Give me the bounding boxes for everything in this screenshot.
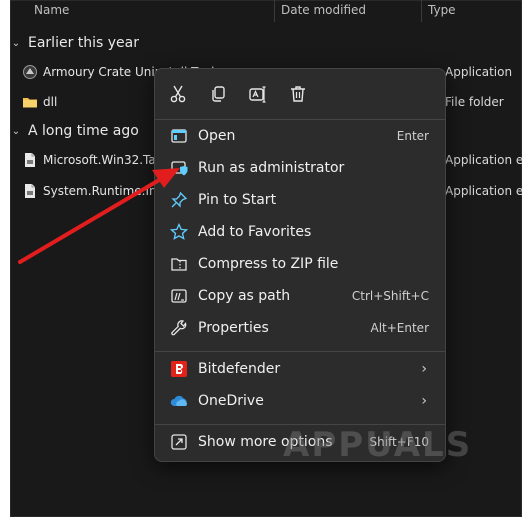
bitdefender-icon [169,359,189,379]
shield-icon [169,158,189,178]
app-icon [23,65,37,79]
menu-item-label: Add to Favorites [198,224,312,240]
menu-item-label: Run as administrator [198,160,345,176]
file-name: dll [43,95,58,109]
menu-item-label: OneDrive [198,393,264,409]
open-icon [169,126,189,146]
context-menu: Open Enter Run as administrator Pin to S… [154,68,446,462]
menu-item-open[interactable]: Open Enter [161,121,439,151]
delete-icon [291,86,305,102]
menu-item-shortcut: Alt+Enter [370,321,429,335]
more-options-icon [169,432,189,452]
menu-item-add-to-favorites[interactable]: Add to Favorites [161,217,439,247]
menu-divider [155,119,445,120]
delete-button[interactable] [285,81,311,107]
menu-item-bitdefender[interactable]: Bitdefender › [161,354,439,384]
menu-item-label: Properties [198,320,269,336]
folder-icon [23,98,37,108]
menu-item-label: Pin to Start [198,192,277,208]
path-icon [169,286,189,306]
menu-item-label: Compress to ZIP file [198,256,339,272]
column-name-header[interactable]: Name [34,3,69,17]
column-type-header[interactable]: Type [428,3,456,17]
chevron-down-icon: ⌄ [11,125,21,137]
menu-item-pin-to-start[interactable]: Pin to Start [161,185,439,215]
chevron-right-icon: › [421,361,427,377]
zip-icon [169,254,189,274]
menu-item-properties[interactable]: Properties Alt+Enter [161,313,439,343]
menu-item-shortcut: Enter [396,129,429,143]
star-icon [169,222,189,242]
menu-item-label: Copy as path [198,288,291,304]
column-date-header[interactable]: Date modified [281,3,366,17]
column-separator[interactable] [274,0,275,22]
copy-button[interactable] [205,81,231,107]
file-type: Application exten... [445,153,522,167]
group-header-long-ago[interactable]: ⌄ A long time ago [10,120,139,142]
menu-item-copy-as-path[interactable]: Copy as path Ctrl+Shift+C [161,281,439,311]
wrench-icon [169,318,189,338]
file-type: Application exten... [445,184,522,198]
group-header-earlier[interactable]: ⌄ Earlier this year [10,32,139,54]
group-label: Earlier this year [28,35,140,51]
column-header: Name Date modified Type [10,0,522,22]
copy-icon [212,86,225,102]
rename-icon [249,86,266,103]
chevron-down-icon: ⌄ [11,37,21,49]
menu-item-compress-zip[interactable]: Compress to ZIP file [161,249,439,279]
watermark-logo: APPUALS [283,425,473,465]
pin-icon [169,190,189,210]
file-icon [25,153,35,167]
menu-divider [155,351,445,352]
cut-button[interactable] [165,81,191,107]
menu-item-label: Bitdefender [198,361,281,377]
menu-item-run-as-administrator[interactable]: Run as administrator [161,153,439,183]
group-label: A long time ago [28,123,139,139]
onedrive-icon [169,391,189,411]
file-type: Application [445,65,513,79]
rename-button[interactable] [245,81,271,107]
file-icon [25,184,35,198]
column-separator[interactable] [421,0,422,22]
menu-item-label: Open [198,128,236,144]
chevron-right-icon: › [421,393,427,409]
context-menu-toolbar [155,69,445,119]
file-type: File folder [445,95,504,109]
menu-item-shortcut: Ctrl+Shift+C [351,289,429,303]
cut-icon [170,85,186,103]
menu-item-onedrive[interactable]: OneDrive › [161,386,439,416]
